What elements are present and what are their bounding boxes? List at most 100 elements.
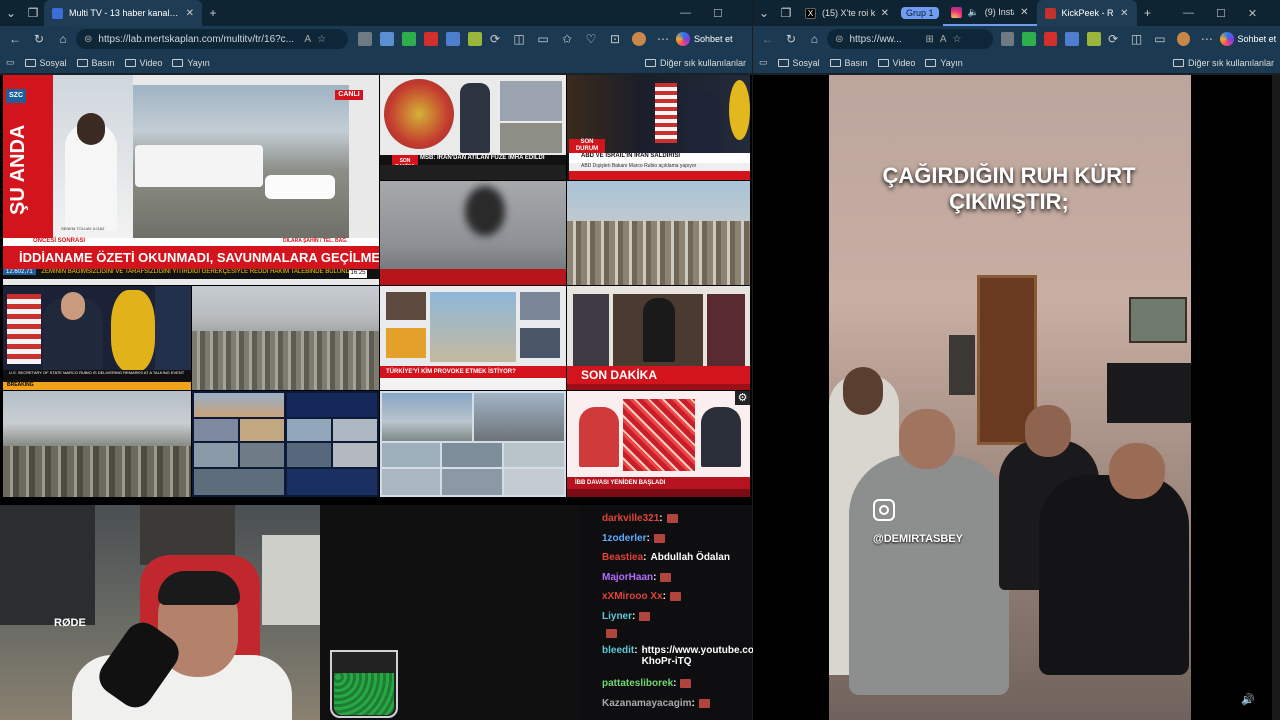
health-icon[interactable]: ♡ <box>580 28 602 50</box>
translate-icon[interactable] <box>1065 32 1079 46</box>
chat-username[interactable]: Kazanamayacagim <box>602 698 692 709</box>
close-tab-icon[interactable]: ✕ <box>881 8 889 19</box>
close-tab-icon[interactable]: ✕ <box>1020 7 1028 18</box>
tab-x[interactable]: X (15) X'te roi kai: ✕ <box>797 0 897 26</box>
favorites-icon[interactable]: ✩ <box>556 28 578 50</box>
read-aloud-icon[interactable]: A <box>940 34 947 45</box>
extension-icon[interactable] <box>380 32 394 46</box>
url-field[interactable]: ⊜ https://lab.mertskaplan.com/multitv/tr… <box>76 29 348 49</box>
minimize-icon[interactable]: — <box>1183 7 1194 19</box>
news-cell-msb[interactable]: MSB: İRAN'DAN ATILAN FÜZE İMHA EDİLDİ SO… <box>380 75 566 180</box>
tab-actions-menu-icon[interactable]: ⌄ <box>0 2 22 24</box>
refresh-icon[interactable]: ↻ <box>780 28 801 50</box>
bookmark-yayin[interactable]: Yayın <box>172 58 210 68</box>
profile-avatar[interactable] <box>632 32 646 46</box>
news-cell-hazy-city[interactable] <box>192 286 379 390</box>
back-icon[interactable]: ← <box>757 28 778 50</box>
extension-icon[interactable] <box>468 32 482 46</box>
screenshot-icon[interactable]: ⊡ <box>604 28 626 50</box>
tab-kickpeek[interactable]: KickPeek - Real- ✕ <box>1036 0 1137 26</box>
news-cell-camera-grid-2[interactable] <box>380 391 566 497</box>
tab-multitv[interactable]: Multi TV - 13 haber kanalını aynı a ✕ <box>44 0 202 26</box>
translate-icon[interactable] <box>446 32 460 46</box>
news-cell-son-dakika[interactable]: SON DAKİKA <box>567 286 750 390</box>
new-tab-button[interactable]: + <box>202 2 224 24</box>
back-icon[interactable]: ← <box>4 28 26 50</box>
news-cell-szc[interactable]: SZC ŞU ANDA CANLI SENEM TOLUAY ILGAZ ÖNC… <box>3 75 379 285</box>
split-icon[interactable]: ⊞ <box>925 34 933 45</box>
workspaces-icon[interactable]: ❐ <box>22 2 44 24</box>
site-info-icon[interactable]: ⊜ <box>835 34 843 45</box>
news-cell-ibb[interactable]: ⚙ İBB DAVASI YENİDEN BAŞLADI <box>567 391 750 497</box>
news-cell-abd[interactable]: SON DURUM ABD VE İSRAİL'İN İRAN SALDIRIS… <box>567 75 750 180</box>
extension-icon[interactable] <box>424 32 438 46</box>
favorite-icon[interactable]: ☆ <box>953 34 962 45</box>
video-player[interactable]: ÇAĞIRDIĞIN RUH KÜRT ÇIKMIŞTIR; @DEMIRTAS… <box>753 75 1280 720</box>
news-cell-city[interactable] <box>567 181 750 285</box>
chat-username[interactable]: bleedit <box>602 645 634 656</box>
extension-icon[interactable] <box>1086 32 1101 46</box>
bookmark-basin[interactable]: Basın <box>829 58 868 68</box>
refresh-icon[interactable]: ↻ <box>28 28 50 50</box>
extension-icon[interactable] <box>1043 32 1058 46</box>
bookmark-basin[interactable]: Basın <box>76 58 115 68</box>
collections-icon[interactable]: ▭ <box>532 28 554 50</box>
favorite-icon[interactable]: ☆ <box>317 34 326 45</box>
close-tab-icon[interactable]: ✕ <box>1120 8 1128 19</box>
close-tab-icon[interactable]: ✕ <box>186 8 194 19</box>
more-menu-icon[interactable]: ⋯ <box>1196 28 1217 50</box>
site-info-icon[interactable]: ⊜ <box>84 34 92 45</box>
workspaces-icon[interactable]: ❐ <box>775 2 797 24</box>
extension-icon[interactable] <box>402 32 416 46</box>
chat-username[interactable]: Beastiea <box>602 552 643 563</box>
other-bookmarks[interactable]: Diğer sık kullanılanlar <box>1172 58 1274 68</box>
maximize-icon[interactable]: ☐ <box>1216 7 1226 20</box>
other-bookmarks[interactable]: Diğer sık kullanılanlar <box>644 58 746 68</box>
tab-instagram[interactable]: 🔈 (9) Instagran ✕ <box>942 0 1037 26</box>
new-tab-button[interactable]: + <box>1137 2 1159 24</box>
profile-avatar[interactable] <box>1176 32 1191 46</box>
copilot-button[interactable]: Sohbet et <box>1219 32 1276 46</box>
bookmark-sosyal[interactable]: Sosyal <box>24 58 67 68</box>
bookmark-sosyal[interactable]: Sosyal <box>777 58 820 68</box>
tab-actions-menu-icon[interactable]: ⌄ <box>753 2 775 24</box>
chat-username[interactable]: pattatesliborek <box>602 678 673 689</box>
copilot-button[interactable]: Sohbet et <box>676 32 733 46</box>
more-menu-icon[interactable]: ⋯ <box>652 28 674 50</box>
collections-icon[interactable]: ▭ <box>1149 28 1170 50</box>
extensions-icon[interactable]: ⟳ <box>484 28 506 50</box>
home-icon[interactable]: ⌂ <box>52 28 74 50</box>
sidebar-toggle-icon[interactable]: ▭ <box>759 57 768 68</box>
split-screen-icon[interactable]: ◫ <box>1126 28 1147 50</box>
extension-icon[interactable] <box>1000 32 1015 46</box>
extensions-icon[interactable]: ⟳ <box>1103 28 1124 50</box>
volume-icon[interactable]: 🔊 <box>1241 693 1255 706</box>
split-screen-icon[interactable]: ◫ <box>508 28 530 50</box>
maximize-icon[interactable]: ☐ <box>713 7 723 20</box>
extension-icon[interactable] <box>358 32 372 46</box>
chat-username[interactable]: xXMirooo Xx <box>602 591 663 602</box>
url-field[interactable]: ⊜ https://ww... ⊞ A ☆ <box>827 29 993 49</box>
chat-username[interactable]: MajorHaan <box>602 572 653 583</box>
extension-icon[interactable] <box>1022 32 1036 46</box>
tab-group-label[interactable]: Grup 1 <box>897 0 943 26</box>
minimize-icon[interactable]: — <box>680 7 691 19</box>
news-cell-jerusalem[interactable] <box>3 391 191 497</box>
chat-username[interactable]: Liyner <box>602 611 632 622</box>
news-cell-panel[interactable]: TÜRKİYE'Yİ KİM PROVOKE ETMEK İSTİYOR? <box>380 286 566 390</box>
bookmark-yayin[interactable]: Yayın <box>925 58 963 68</box>
chat-username[interactable]: 1zoderler <box>602 533 646 544</box>
sidebar-toggle-icon[interactable]: ▭ <box>6 57 15 68</box>
close-window-icon[interactable]: ✕ <box>1248 7 1257 20</box>
news-cell-camera-grid[interactable] <box>192 391 379 497</box>
news-cell-aljazeera[interactable]: U.S. SECRETARY OF STATE MARCO RUBIO IS D… <box>3 286 191 390</box>
bookmark-video[interactable]: Video <box>877 58 915 68</box>
read-aloud-icon[interactable]: A <box>304 34 311 45</box>
chat-username[interactable]: darkville321 <box>602 513 659 524</box>
home-icon[interactable]: ⌂ <box>804 28 825 50</box>
news-cell-smoke[interactable] <box>380 181 566 285</box>
settings-gear-icon[interactable]: ⚙ <box>735 391 750 405</box>
bookmark-video[interactable]: Video <box>124 58 162 68</box>
scrollbar[interactable] <box>1272 75 1280 720</box>
speaker-icon[interactable]: 🔈 <box>968 7 979 18</box>
